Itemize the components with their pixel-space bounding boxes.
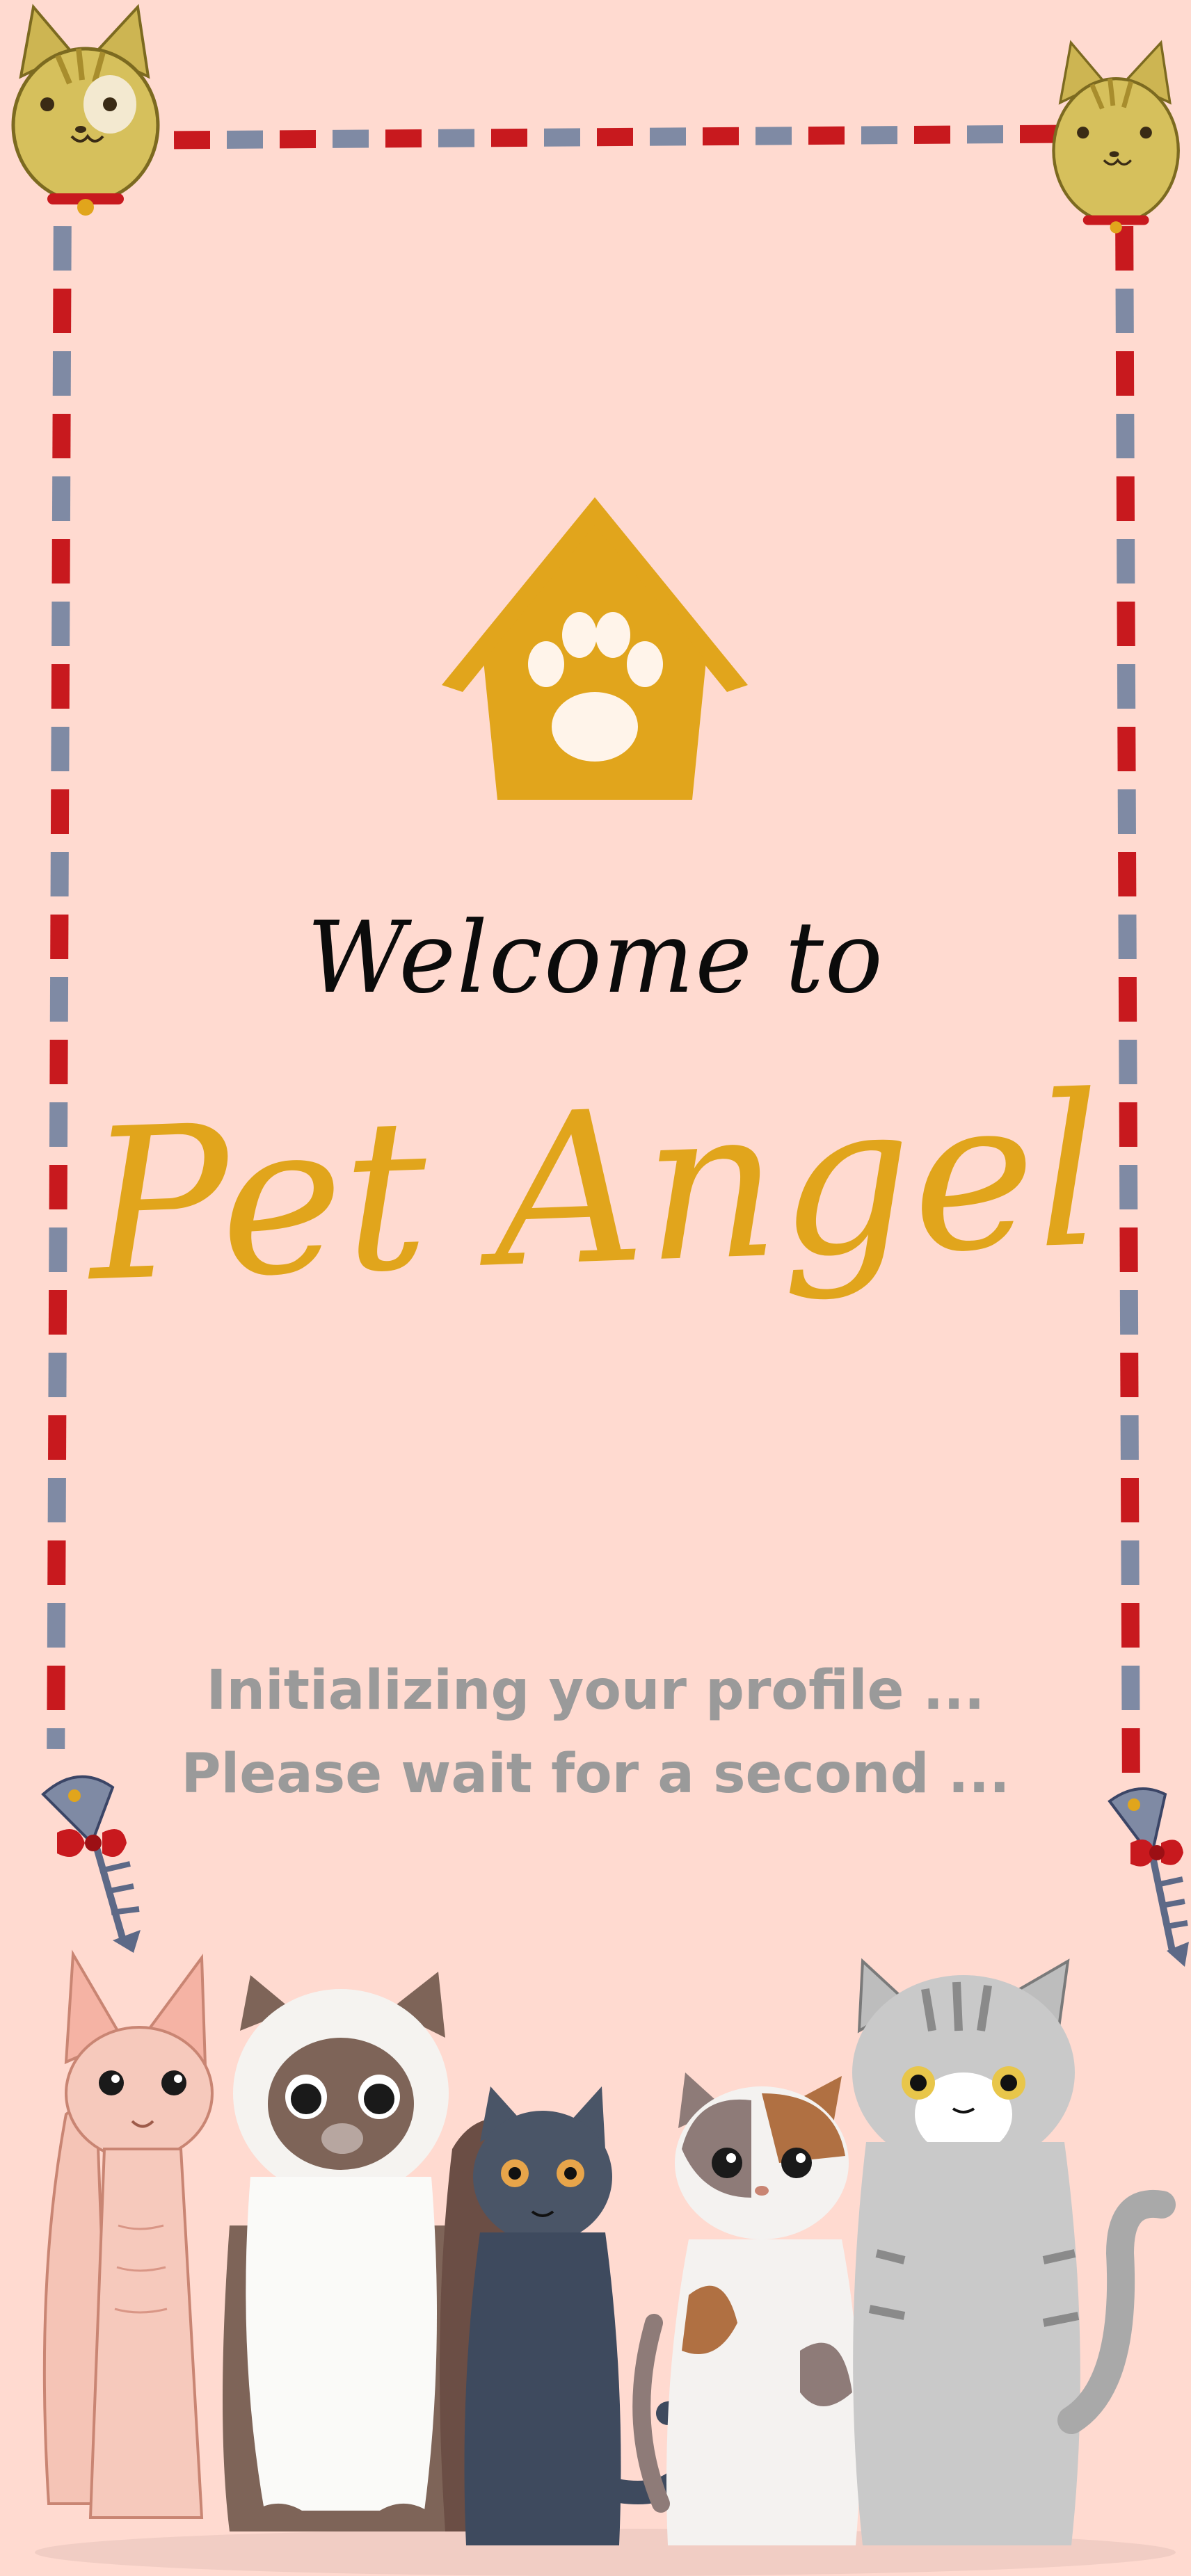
cat-head-icon (11, 3, 160, 216)
calico-cat (632, 2072, 861, 2545)
frame-top-border (173, 124, 1058, 150)
cats-group-illustration (35, 1949, 1176, 2576)
fishbone-bow-icon (41, 1775, 141, 1953)
loading-status-line-2: Please wait for a second ... (181, 1743, 1010, 1805)
welcome-heading: Welcome to (307, 901, 884, 1015)
app-brand-title: Pet Angel (84, 1049, 1107, 1328)
doghouse-paw-icon (442, 497, 748, 800)
brown-white-cat (223, 1972, 461, 2531)
gray-tabby-cat (852, 1958, 1176, 2545)
cat-head-icon (1052, 40, 1180, 234)
sphynx-cat (42, 1949, 214, 2519)
loading-status-line-1: Initializing your profile ... (206, 1659, 985, 1722)
